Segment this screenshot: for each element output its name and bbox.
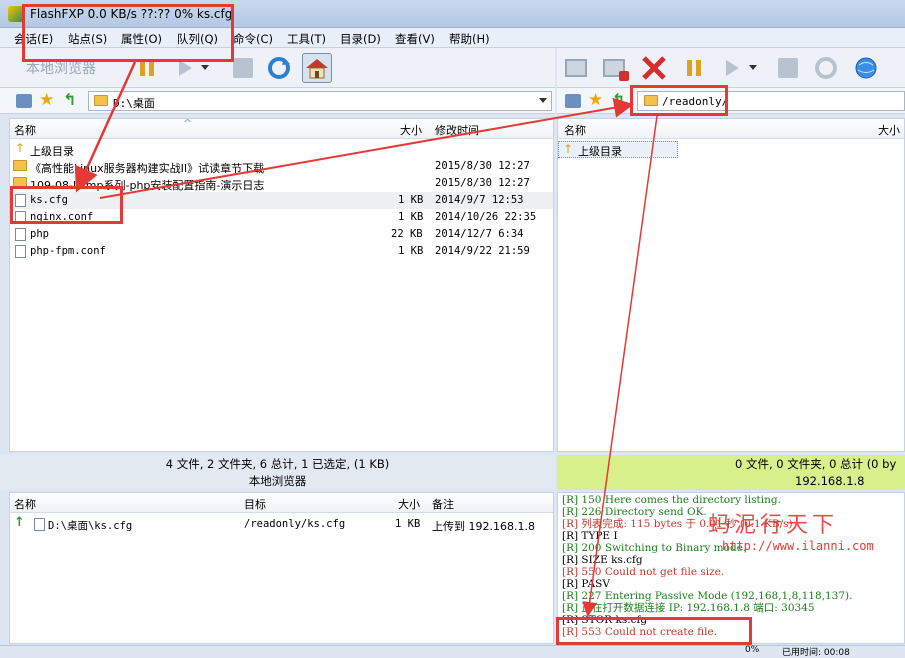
- arrow-path-to-error: [582, 115, 658, 617]
- annotation-arrows: [74, 61, 658, 617]
- arrow-title-to-file: [74, 61, 137, 193]
- arrow-file-to-path: [99, 97, 634, 199]
